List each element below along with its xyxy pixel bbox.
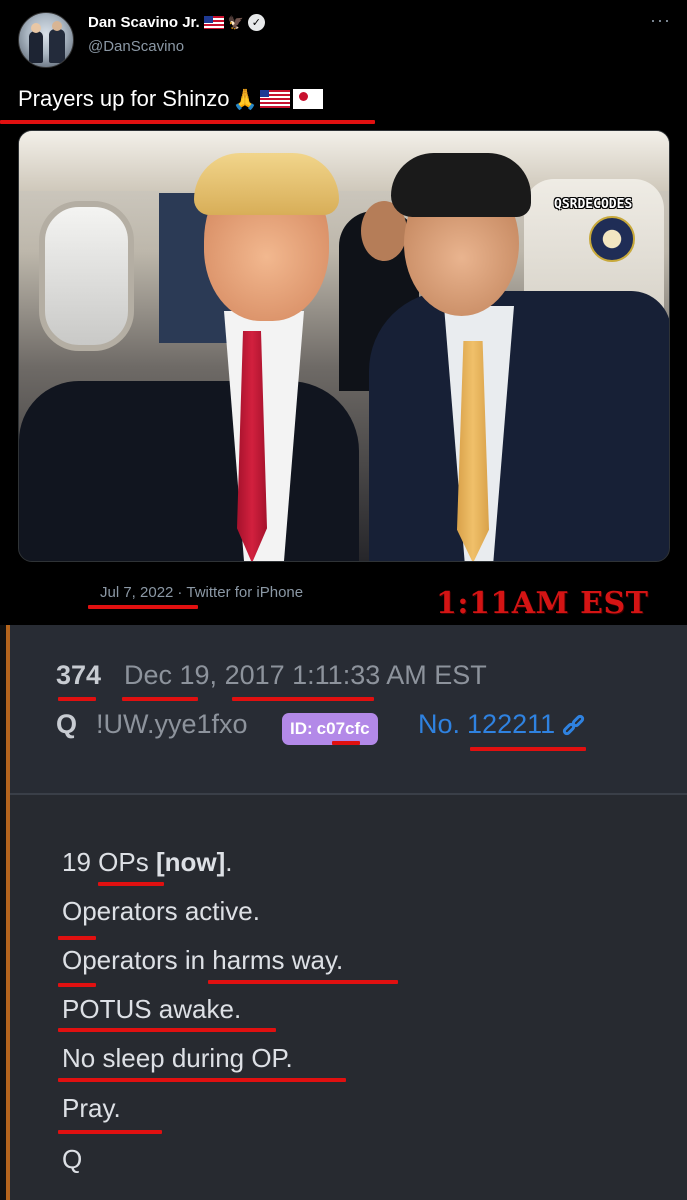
more-options-icon[interactable]: ···: [650, 10, 671, 31]
japan-flag-icon: [293, 89, 324, 109]
red-underline: [88, 605, 198, 609]
red-underline: [58, 983, 96, 987]
post-line-2: Operators active.: [62, 896, 260, 926]
avatar-figure-left: [29, 31, 43, 63]
post-line-3: Operators in harms way.: [62, 945, 343, 976]
overlay-time-label: 1:11AM EST: [436, 586, 649, 621]
photo-window: [39, 201, 134, 351]
period: .: [225, 847, 233, 877]
red-underline: [232, 697, 374, 701]
red-underline: [332, 741, 360, 745]
tweet-text: Prayers up for Shinzo: [18, 86, 230, 111]
red-underline: [58, 1028, 276, 1032]
praying-hands-icon: 🙏: [232, 88, 258, 111]
now-tag: [now]: [148, 847, 226, 877]
meta-separator: ·: [177, 584, 183, 601]
avatar-head-right: [52, 21, 62, 31]
ops-word: OPs: [98, 847, 149, 877]
display-name-row[interactable]: Dan Scavino Jr. 🦅 ✓: [88, 14, 265, 31]
id-label: ID:: [290, 719, 313, 738]
tweet-text-row: Prayers up for Shinzo 🙏: [18, 86, 324, 112]
tweet-meta: Jul 7, 2022 · Twitter for iPhone: [100, 584, 303, 601]
avatar[interactable]: [18, 12, 74, 68]
red-underline: [208, 980, 398, 984]
red-underline: [98, 882, 164, 886]
photo-person-right-hair: [391, 153, 531, 217]
post-line-5: No sleep during OP.: [62, 1043, 293, 1073]
photo-person-left-suit: [19, 381, 359, 561]
post-date-seconds: :33 AM EST: [342, 660, 487, 690]
verified-badge-icon: ✓: [247, 14, 265, 31]
us-flag-icon: [260, 90, 291, 108]
post-date-time: 1:11: [284, 660, 343, 690]
operators-word: Operators: [62, 945, 185, 975]
post-date-year: 2017: [224, 660, 285, 690]
post-date-day: Dec 19,: [124, 660, 225, 690]
red-underline: [58, 1130, 162, 1134]
photo-person-left-hair: [194, 153, 339, 215]
post-no-value[interactable]: 122211: [467, 709, 555, 740]
post-author: Q: [56, 709, 78, 739]
red-underline: [470, 747, 586, 751]
post-line-6: Pray.: [62, 1093, 121, 1123]
photo-person-right-suit: [369, 291, 669, 561]
post-id-badge[interactable]: ID: c07cfc: [282, 713, 378, 745]
red-underline: [122, 697, 198, 701]
eagle-icon: 🦅: [227, 14, 244, 30]
avatar-figure-right: [49, 29, 65, 63]
tweet-card: Dan Scavino Jr. 🦅 ✓ @DanScavino ··· Pray…: [0, 0, 687, 625]
tweet-date[interactable]: Jul 7, 2022: [100, 584, 173, 601]
red-underline: [58, 697, 96, 701]
red-underline: [58, 936, 96, 940]
us-flag-icon: [203, 16, 224, 29]
user-handle[interactable]: @DanScavino: [88, 38, 184, 55]
harms-way-phrase: in harms way.: [184, 945, 344, 975]
avatar-head-left: [31, 23, 41, 33]
presidential-seal-icon: [589, 216, 635, 262]
post-number[interactable]: 374: [56, 660, 101, 691]
post-signature: Q: [62, 1144, 83, 1174]
tweet-source[interactable]: Twitter for iPhone: [186, 584, 303, 601]
id-value: c07cfc: [316, 719, 370, 738]
tweet-photo[interactable]: QSRDECODES: [18, 130, 670, 562]
red-underline: [0, 120, 375, 124]
post-no-label: No.: [418, 709, 461, 739]
red-underline: [58, 1078, 346, 1082]
post-tripcode: !UW.yye1fxo: [96, 709, 248, 739]
link-icon[interactable]: [561, 712, 586, 737]
post-line-1: 19 OPs [now].: [62, 847, 233, 878]
photo-watermark: QSRDECODES: [554, 197, 633, 212]
display-name[interactable]: Dan Scavino Jr.: [88, 14, 200, 31]
post-date: Dec 19, 2017 1:11:33 AM EST: [124, 660, 487, 691]
post-line-4: POTUS awake.: [62, 994, 242, 1024]
post-link[interactable]: No. 122211: [418, 709, 586, 740]
ops-count: 19: [62, 847, 99, 877]
